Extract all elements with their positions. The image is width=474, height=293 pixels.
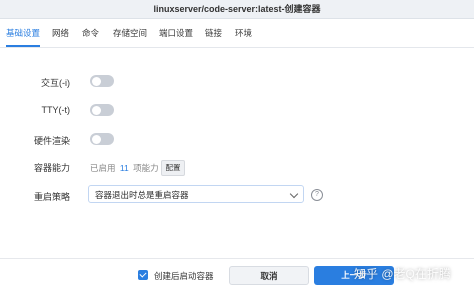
start-after-create-label: 创建后启动容器: [154, 271, 214, 281]
help-icon[interactable]: ?: [311, 189, 323, 201]
cancel-button[interactable]: 取消: [229, 266, 309, 285]
tab-environment[interactable]: 环境: [235, 19, 252, 47]
restart-policy-label: 重启策略: [33, 192, 70, 202]
tab-storage[interactable]: 存储空间: [113, 19, 147, 47]
tab-links[interactable]: 链接: [205, 19, 222, 47]
gpu-rendering-toggle[interactable]: [90, 133, 114, 145]
capability-prefix: 已启用: [90, 163, 116, 173]
tab-bar: 基础设置 网络 命令 存储空间 端口设置 链接 环境: [0, 19, 474, 48]
chevron-down-icon: [289, 189, 299, 199]
restart-policy-select[interactable]: 容器退出时总是重启容器: [88, 185, 304, 203]
tab-network[interactable]: 网络: [52, 19, 69, 47]
restart-policy-value: 容器退出时总是重启容器: [95, 190, 189, 200]
watermark: 知乎 @老Q在折腾: [354, 267, 451, 281]
interactive-label: 交互(-i): [41, 78, 70, 88]
capability-suffix: 项能力: [133, 163, 159, 173]
tab-basic-settings[interactable]: 基础设置: [6, 19, 41, 47]
toggle-knob: [91, 76, 101, 86]
toggle-knob: [91, 105, 101, 115]
capability-label: 容器能力: [33, 163, 70, 173]
footer-divider: [0, 258, 474, 259]
capability-status: 已启用 11 项能力: [90, 162, 159, 174]
capability-count: 11: [119, 163, 129, 173]
tty-label: TTY(-t): [41, 105, 71, 115]
toggle-knob: [91, 134, 101, 144]
interactive-toggle[interactable]: [90, 75, 114, 87]
tab-command[interactable]: 命令: [82, 19, 99, 47]
configure-capabilities-button[interactable]: 配置: [161, 160, 185, 176]
gpu-rendering-label: 硬件渲染: [33, 136, 70, 146]
tab-port-settings[interactable]: 端口设置: [159, 19, 193, 47]
window-title: linuxserver/code-server:latest-创建容器: [0, 0, 474, 19]
start-after-create-checkbox[interactable]: [138, 270, 148, 280]
tty-toggle[interactable]: [90, 104, 114, 116]
